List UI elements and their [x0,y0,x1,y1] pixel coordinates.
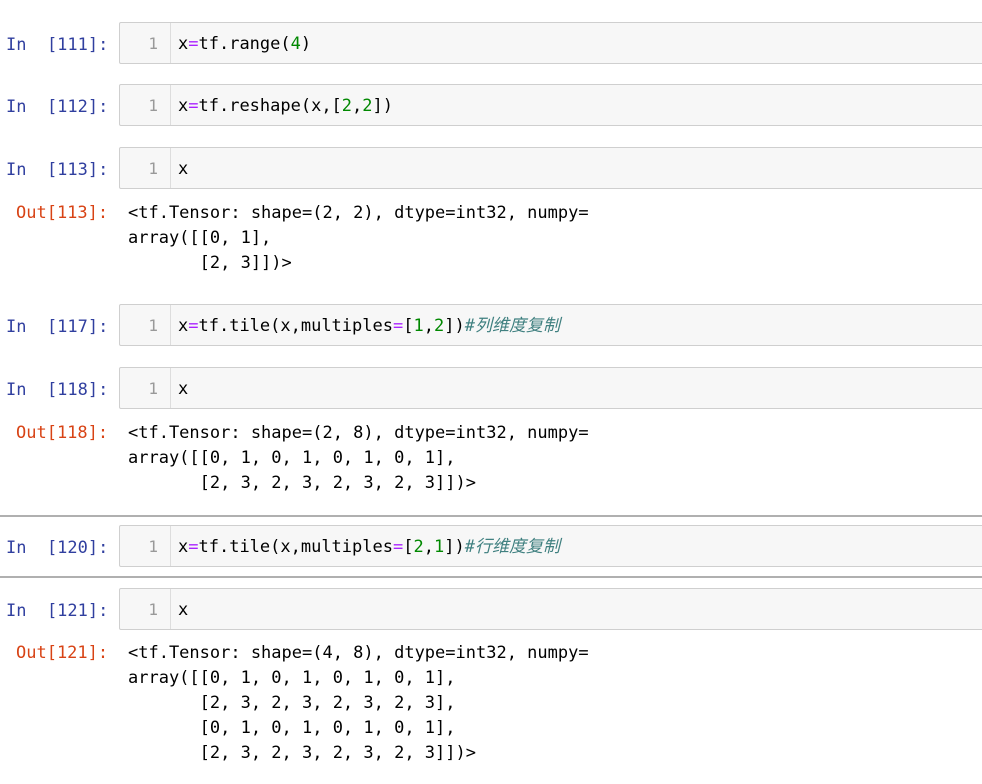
code-token-op: = [392,316,404,336]
line-gutter: 1 [120,85,171,125]
code-token-num: 4 [290,34,301,54]
code-token: tf.tile(x,multiples [198,537,393,557]
code-token: x [178,316,189,336]
code-token: x [178,600,189,620]
code-text[interactable]: x [178,599,188,621]
code-text[interactable]: x=tf.tile(x,multiples=[2,1])#行维度复制 [178,536,560,558]
code-token: ]) [444,537,465,557]
code-cell-120[interactable]: In [120]: 1 x=tf.tile(x,multiples=[2,1])… [0,525,982,569]
code-token: , [423,316,434,336]
line-gutter: 1 [120,305,171,345]
code-input[interactable]: 1 x [119,588,982,630]
line-gutter: 1 [120,23,171,63]
code-token: x [178,96,189,116]
code-token: , [423,537,434,557]
code-token: [ [403,537,414,557]
code-token-comment: #行维度复制 [464,537,560,557]
code-token-num: 2 [413,537,424,557]
input-prompt: In [112]: [6,97,109,117]
code-token-num: 2 [341,96,353,116]
line-number: 1 [148,159,158,178]
input-prompt: In [113]: [6,160,109,180]
line-number: 1 [148,96,158,115]
line-gutter: 1 [120,589,171,629]
code-token: tf.reshape(x,[ [198,96,342,116]
selected-cell-bottom-border [0,576,982,578]
output-text: <tf.Tensor: shape=(4, 8), dtype=int32, n… [128,643,589,763]
code-text[interactable]: x=tf.range(4) [178,33,311,55]
code-input[interactable]: 1 x=tf.reshape(x,[2,2]) [119,84,982,126]
input-prompt: In [121]: [6,601,109,621]
code-text[interactable]: x [178,158,188,180]
code-token: tf.range( [198,34,291,54]
code-input[interactable]: 1 x [119,367,982,409]
code-token: [ [403,316,414,336]
input-prompt: In [111]: [6,35,109,55]
code-text[interactable]: x=tf.tile(x,multiples=[1,2])#列维度复制 [178,315,560,337]
code-cell-113[interactable]: In [113]: 1 x [0,147,982,191]
line-number: 1 [148,316,158,335]
output-text: <tf.Tensor: shape=(2, 8), dtype=int32, n… [128,423,589,493]
code-input[interactable]: 1 x=tf.range(4) [119,22,982,64]
code-input[interactable]: 1 x [119,147,982,189]
input-prompt: In [118]: [6,380,109,400]
code-token-op: = [188,34,199,54]
line-number: 1 [148,537,158,556]
output-prompt: Out[113]: [16,203,109,223]
code-token: x [178,34,189,54]
code-token-op: = [188,96,199,116]
code-input[interactable]: 1 x=tf.tile(x,multiples=[1,2])#列维度复制 [119,304,982,346]
line-gutter: 1 [120,148,171,188]
code-cell-118[interactable]: In [118]: 1 x [0,367,982,411]
output-text: <tf.Tensor: shape=(2, 2), dtype=int32, n… [128,203,589,273]
code-input[interactable]: 1 x=tf.tile(x,multiples=[2,1])#行维度复制 [119,525,982,567]
output-prompt: Out[118]: [16,423,109,443]
code-token-op: = [188,537,199,557]
code-token: tf.tile(x,multiples [198,316,393,336]
input-prompt: In [120]: [6,538,109,558]
output-prompt: Out[121]: [16,643,109,663]
code-token: x [178,379,189,399]
code-token-num: 2 [433,316,445,336]
line-number: 1 [148,34,158,53]
code-token-num: 1 [433,537,445,557]
code-token-num: 2 [362,96,373,116]
code-token: x [178,159,189,179]
line-number: 1 [148,600,158,619]
code-token-op: = [188,316,199,336]
code-cell-112[interactable]: In [112]: 1 x=tf.reshape(x,[2,2]) [0,84,982,128]
code-token: ) [300,34,312,54]
line-number: 1 [148,379,158,398]
code-cell-117[interactable]: In [117]: 1 x=tf.tile(x,multiples=[1,2])… [0,304,982,348]
code-token: , [352,96,363,116]
code-token-num: 1 [413,316,424,336]
code-token: x [178,537,189,557]
line-gutter: 1 [120,368,171,408]
code-text[interactable]: x [178,378,188,400]
code-token-comment: #列维度复制 [464,316,560,336]
input-prompt: In [117]: [6,317,109,337]
code-cell-121[interactable]: In [121]: 1 x [0,588,982,632]
code-cell-111[interactable]: In [111]: 1 x=tf.range(4) [0,22,982,66]
code-token: ]) [444,316,465,336]
code-token-op: = [392,537,404,557]
code-text[interactable]: x=tf.reshape(x,[2,2]) [178,95,393,117]
code-token: ]) [372,96,394,116]
line-gutter: 1 [120,526,171,566]
selected-cell-top-border [0,515,982,517]
